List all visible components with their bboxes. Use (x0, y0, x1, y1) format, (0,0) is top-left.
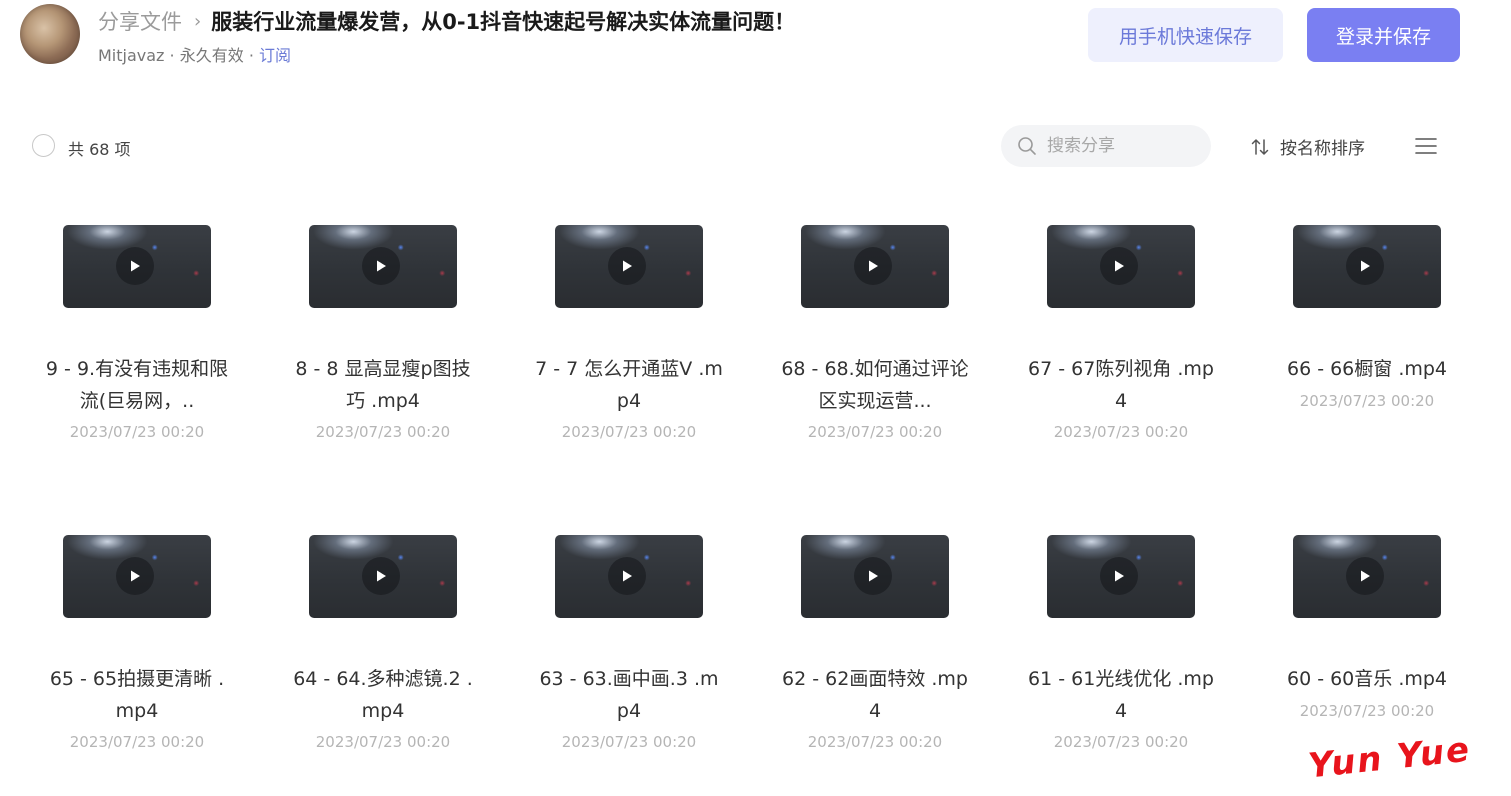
file-name[interactable]: 65 - 65拍摄更清晰 .mp4 (42, 663, 232, 727)
phone-save-button[interactable]: 用手机快速保存 (1088, 8, 1283, 62)
file-date: 2023/07/23 00:20 (807, 733, 943, 751)
file-name[interactable]: 9 - 9.有没有违规和限流(巨易网，.. (42, 353, 232, 417)
header: 分享文件 › 服装行业流量爆发营，从0-1抖音快速起号解决实体流量问题！ Mit… (0, 0, 1511, 80)
video-thumbnail[interactable] (309, 535, 457, 618)
file-name[interactable]: 66 - 66橱窗 .mp4 (1262, 353, 1472, 385)
play-icon (854, 247, 892, 285)
item-count: 共 68 项 (68, 140, 131, 159)
file-date: 2023/07/23 00:20 (1299, 702, 1435, 720)
login-save-button[interactable]: 登录并保存 (1307, 8, 1460, 62)
search-box[interactable] (1001, 125, 1211, 167)
file-date: 2023/07/23 00:20 (1299, 392, 1435, 410)
video-thumbnail[interactable] (309, 225, 457, 308)
avatar[interactable] (20, 4, 80, 64)
play-icon (362, 247, 400, 285)
file-date: 2023/07/23 00:20 (69, 733, 205, 751)
subscribe-link[interactable]: 订阅 (259, 46, 291, 65)
owner-name[interactable]: Mitjavaz (98, 46, 164, 65)
file-grid: 9 - 9.有没有违规和限流(巨易网，.. 2023/07/23 00:20 8… (14, 200, 1494, 796)
share-meta: Mitjavaz · 永久有效 · 订阅 (98, 42, 291, 66)
list-view-icon[interactable] (1415, 137, 1437, 155)
breadcrumb-root[interactable]: 分享文件 (98, 6, 182, 36)
meta-separator: · (164, 46, 180, 65)
file-name[interactable]: 61 - 61光线优化 .mp4 (1026, 663, 1216, 727)
play-icon (116, 557, 154, 595)
select-all-checkbox[interactable] (32, 134, 55, 157)
file-name[interactable]: 67 - 67陈列视角 .mp4 (1026, 353, 1216, 417)
file-name[interactable]: 8 - 8 显高显瘦p图技巧 .mp4 (288, 353, 478, 417)
file-item[interactable]: 62 - 62画面特效 .mp4 2023/07/23 00:20 (752, 510, 998, 796)
file-grid-row: 65 - 65拍摄更清晰 .mp4 2023/07/23 00:20 64 - … (14, 510, 1494, 796)
chevron-right-icon: › (194, 10, 202, 32)
file-item[interactable]: 61 - 61光线优化 .mp4 2023/07/23 00:20 (998, 510, 1244, 796)
file-name[interactable]: 64 - 64.多种滤镜.2 .mp4 (288, 663, 478, 727)
play-icon (1346, 557, 1384, 595)
search-icon (1018, 137, 1036, 155)
file-item[interactable]: 8 - 8 显高显瘦p图技巧 .mp4 2023/07/23 00:20 (260, 200, 506, 510)
file-date: 2023/07/23 00:20 (315, 423, 451, 441)
search-input[interactable] (1047, 136, 1197, 156)
sort-button[interactable]: 按名称排序 (1250, 134, 1365, 159)
play-icon (608, 247, 646, 285)
video-thumbnail[interactable] (63, 535, 211, 618)
video-thumbnail[interactable] (1293, 225, 1441, 308)
video-thumbnail[interactable] (1047, 225, 1195, 308)
play-icon (1100, 557, 1138, 595)
file-grid-row: 9 - 9.有没有违规和限流(巨易网，.. 2023/07/23 00:20 8… (14, 200, 1494, 510)
play-icon (362, 557, 400, 595)
file-item[interactable]: 63 - 63.画中画.3 .mp4 2023/07/23 00:20 (506, 510, 752, 796)
file-name[interactable]: 62 - 62画面特效 .mp4 (780, 663, 970, 727)
play-icon (608, 557, 646, 595)
file-item[interactable]: 9 - 9.有没有违规和限流(巨易网，.. 2023/07/23 00:20 (14, 200, 260, 510)
video-thumbnail[interactable] (801, 225, 949, 308)
video-thumbnail[interactable] (1293, 535, 1441, 618)
page-title: 服装行业流量爆发营，从0-1抖音快速起号解决实体流量问题！ (211, 10, 796, 34)
file-item[interactable]: 68 - 68.如何通过评论区实现运营... 2023/07/23 00:20 (752, 200, 998, 510)
file-date: 2023/07/23 00:20 (69, 423, 205, 441)
file-item[interactable]: 66 - 66橱窗 .mp4 2023/07/23 00:20 (1244, 200, 1490, 510)
file-name[interactable]: 7 - 7 怎么开通蓝V .mp4 (534, 353, 724, 417)
file-date: 2023/07/23 00:20 (561, 423, 697, 441)
video-thumbnail[interactable] (1047, 535, 1195, 618)
play-icon (116, 247, 154, 285)
file-name[interactable]: 60 - 60音乐 .mp4 (1262, 663, 1472, 695)
meta-separator: · (243, 46, 259, 65)
file-name[interactable]: 63 - 63.画中画.3 .mp4 (534, 663, 724, 727)
file-date: 2023/07/23 00:20 (1053, 733, 1189, 751)
file-item[interactable]: 64 - 64.多种滤镜.2 .mp4 2023/07/23 00:20 (260, 510, 506, 796)
video-thumbnail[interactable] (801, 535, 949, 618)
file-item[interactable]: 65 - 65拍摄更清晰 .mp4 2023/07/23 00:20 (14, 510, 260, 796)
sort-label: 按名称排序 (1280, 139, 1365, 159)
share-page: 分享文件 › 服装行业流量爆发营，从0-1抖音快速起号解决实体流量问题！ Mit… (0, 0, 1511, 796)
file-item[interactable]: 7 - 7 怎么开通蓝V .mp4 2023/07/23 00:20 (506, 200, 752, 510)
file-date: 2023/07/23 00:20 (315, 733, 451, 751)
play-icon (1100, 247, 1138, 285)
file-name[interactable]: 68 - 68.如何通过评论区实现运营... (780, 353, 970, 417)
file-date: 2023/07/23 00:20 (807, 423, 943, 441)
sort-icon (1251, 138, 1269, 155)
play-icon (854, 557, 892, 595)
file-item[interactable]: 67 - 67陈列视角 .mp4 2023/07/23 00:20 (998, 200, 1244, 510)
breadcrumb: 分享文件 › 服装行业流量爆发营，从0-1抖音快速起号解决实体流量问题！ (98, 6, 795, 36)
video-thumbnail[interactable] (63, 225, 211, 308)
validity-text: 永久有效 (179, 46, 244, 65)
video-thumbnail[interactable] (555, 225, 703, 308)
file-date: 2023/07/23 00:20 (561, 733, 697, 751)
file-date: 2023/07/23 00:20 (1053, 423, 1189, 441)
play-icon (1346, 247, 1384, 285)
video-thumbnail[interactable] (555, 535, 703, 618)
